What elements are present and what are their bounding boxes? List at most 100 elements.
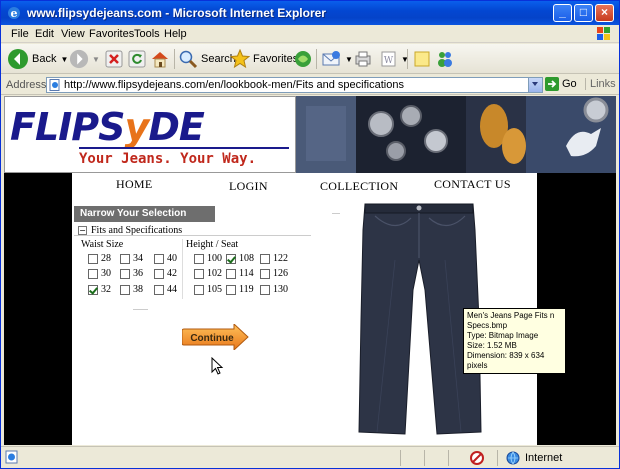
checkbox-option[interactable]: 38 — [120, 284, 143, 295]
close-button[interactable]: × — [595, 4, 614, 22]
checkbox-option[interactable]: 36 — [120, 268, 143, 279]
windows-logo-icon — [597, 27, 610, 40]
header-banner-image — [296, 96, 616, 173]
address-url: http://www.flipsydejeans.com/en/lookbook… — [64, 79, 404, 91]
continue-button[interactable]: Continue — [182, 324, 250, 350]
nav-contact-us[interactable]: CONTACT US — [434, 177, 511, 192]
home-button[interactable] — [150, 47, 170, 71]
checkbox-label: 36 — [133, 268, 143, 279]
discuss-button[interactable] — [412, 47, 432, 71]
checkbox[interactable] — [194, 268, 204, 279]
checkbox[interactable] — [226, 268, 236, 279]
checkbox-option[interactable]: 119 — [226, 284, 254, 295]
checkbox-option[interactable]: 42 — [154, 268, 177, 279]
nav-home[interactable]: HOME — [116, 177, 153, 192]
internet-globe-icon — [506, 451, 520, 465]
svg-text:e: e — [11, 7, 18, 20]
favorites-button[interactable]: Favorites — [230, 47, 298, 71]
site-tagline: Your Jeans. Your Way. — [79, 151, 257, 167]
toolbar-separator — [174, 49, 175, 69]
checkbox-label: 34 — [133, 253, 143, 264]
tooltip-size: Size: 1.52 MB — [467, 341, 517, 350]
nav-collection[interactable]: COLLECTION — [320, 179, 398, 194]
menu-file[interactable]: File — [11, 28, 29, 40]
checkbox[interactable] — [120, 268, 130, 279]
minimize-button[interactable]: _ — [553, 4, 572, 22]
menu-favorites[interactable]: Favorites — [89, 28, 134, 40]
security-zone: Internet — [506, 451, 562, 465]
checkbox[interactable] — [88, 253, 98, 264]
checkbox-option[interactable]: 30 — [88, 268, 111, 279]
checkbox-label: 126 — [273, 268, 288, 279]
filter-panel-header: Narrow Your Selection — [74, 206, 215, 222]
menu-edit[interactable]: Edit — [35, 28, 54, 40]
mail-button[interactable]: ▼ — [321, 47, 353, 71]
decor-line — [133, 309, 148, 310]
checkbox[interactable] — [154, 253, 164, 264]
back-button[interactable]: Back ▼ — [7, 47, 68, 71]
mail-dropdown-icon[interactable]: ▼ — [345, 55, 353, 64]
search-button[interactable]: Search — [178, 47, 236, 71]
checkbox[interactable] — [260, 268, 270, 279]
checkbox[interactable] — [194, 284, 204, 295]
forward-dropdown-icon[interactable]: ▼ — [92, 55, 100, 64]
nav-login[interactable]: LOGIN — [229, 179, 268, 194]
checkbox[interactable] — [194, 253, 204, 264]
go-button[interactable]: Go — [545, 77, 577, 91]
checkbox-option[interactable]: 130 — [260, 284, 288, 295]
page-icon — [49, 79, 60, 91]
edit-button[interactable]: W ▼ — [379, 47, 409, 71]
checkbox-label: 100 — [207, 253, 222, 264]
window-title: www.flipsydejeans.com - Microsoft Intern… — [27, 6, 326, 20]
forward-button[interactable]: ▼ — [69, 47, 100, 71]
checkbox-option[interactable]: 102 — [194, 268, 222, 279]
checkbox-checked[interactable] — [226, 253, 236, 264]
menu-view[interactable]: View — [61, 28, 85, 40]
checkbox[interactable] — [154, 284, 164, 295]
checkbox-label: 40 — [167, 253, 177, 264]
checkbox-option[interactable]: 34 — [120, 253, 143, 264]
maximize-button[interactable]: □ — [574, 4, 593, 22]
checkbox-option[interactable]: 105 — [194, 284, 222, 295]
refresh-button[interactable] — [128, 47, 146, 71]
checkbox-option[interactable]: 40 — [154, 253, 177, 264]
address-input[interactable]: http://www.flipsydejeans.com/en/lookbook… — [46, 77, 543, 93]
mouse-cursor-icon — [211, 357, 224, 375]
back-dropdown-icon[interactable]: ▼ — [60, 55, 68, 64]
logo-text-part-2: DE — [148, 105, 205, 149]
checkbox-option[interactable]: 114 — [226, 268, 254, 279]
back-arrow-icon — [8, 49, 28, 69]
image-tooltip: Men's Jeans Page Fits n Specs.bmp Type: … — [463, 308, 566, 374]
menu-help[interactable]: Help — [164, 28, 187, 40]
title-bar[interactable]: e www.flipsydejeans.com - Microsoft Inte… — [1, 1, 619, 25]
menu-tools[interactable]: Tools — [134, 28, 160, 40]
collapse-icon[interactable]: − — [78, 226, 87, 235]
checkbox-checked[interactable] — [88, 284, 98, 295]
links-button[interactable]: Links — [585, 78, 616, 90]
checkbox[interactable] — [120, 284, 130, 295]
go-arrow-icon — [545, 77, 559, 91]
stop-button[interactable] — [105, 47, 123, 71]
checkbox[interactable] — [120, 253, 130, 264]
waist-size-label: Waist Size — [81, 239, 124, 250]
checkbox-option[interactable]: 44 — [154, 284, 177, 295]
media-button[interactable] — [293, 47, 313, 71]
checkbox[interactable] — [260, 284, 270, 295]
print-button[interactable] — [353, 47, 373, 71]
checkbox[interactable] — [88, 268, 98, 279]
continue-label: Continue — [190, 333, 234, 344]
site-logo[interactable]: FLIPSyDE Your Jeans. Your Way. — [4, 96, 296, 173]
checkbox-option[interactable]: 100 — [194, 253, 222, 264]
refresh-icon — [128, 50, 146, 68]
address-dropdown-icon[interactable] — [528, 78, 542, 92]
messenger-button[interactable] — [435, 47, 455, 71]
checkbox-option[interactable]: 32 — [88, 284, 111, 295]
checkbox[interactable] — [260, 253, 270, 264]
checkbox-option[interactable]: 126 — [260, 268, 288, 279]
checkbox-option[interactable]: 108 — [226, 253, 254, 264]
checkbox[interactable] — [226, 284, 236, 295]
popup-blocked-icon[interactable] — [469, 450, 485, 466]
checkbox-option[interactable]: 122 — [260, 253, 288, 264]
checkbox[interactable] — [154, 268, 164, 279]
checkbox-option[interactable]: 28 — [88, 253, 111, 264]
